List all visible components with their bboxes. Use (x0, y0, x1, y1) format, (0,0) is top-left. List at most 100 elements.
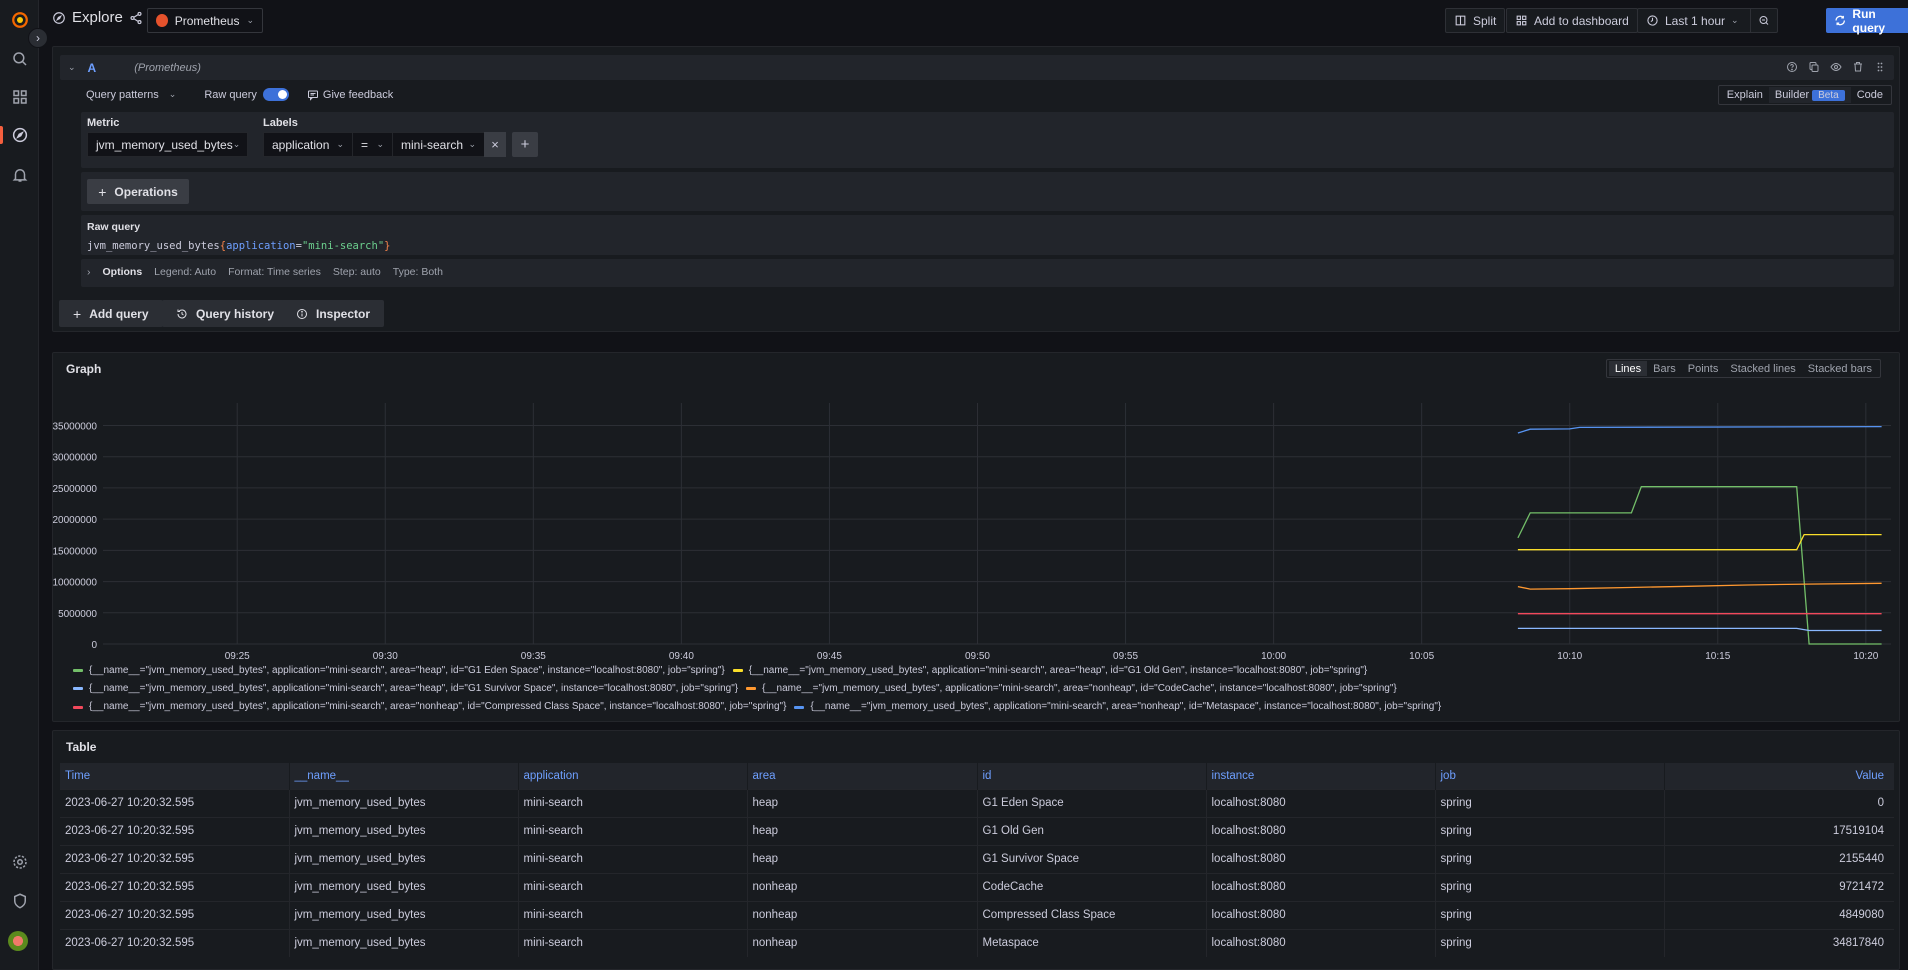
page-title-text: Explore (72, 9, 123, 26)
table-cell: mini-search (518, 816, 748, 845)
series-line (1517, 627, 1882, 632)
inspector-button[interactable]: Inspector (282, 300, 385, 327)
query-history-button[interactable]: Query history (162, 300, 289, 327)
options-format: Format: Time series (228, 266, 321, 278)
legend-item[interactable]: {__name__="jvm_memory_used_bytes", appli… (73, 698, 786, 716)
table-cell: nonheap (747, 872, 978, 901)
table-cell: 4849080 (1664, 900, 1894, 929)
legend-item[interactable]: {__name__="jvm_memory_used_bytes", appli… (794, 698, 1441, 716)
graph-panel: 0 5000000 10000000 15000000 20000000 25000000… (52, 352, 1900, 722)
table-cell: localhost:8080 (1206, 872, 1436, 901)
graph-type-points[interactable]: Points (1682, 361, 1725, 376)
mode-builder[interactable]: Builder Beta (1768, 87, 1851, 103)
split-button[interactable]: Split (1445, 8, 1506, 33)
column-header-value[interactable]: Value (1664, 763, 1894, 789)
shield-icon (13, 893, 26, 909)
mode-explain[interactable]: Explain (1721, 89, 1769, 101)
sidebar-item-configuration[interactable] (0, 847, 39, 877)
y-tick-label: 15000000 (53, 546, 97, 557)
raw-query-toggle-label: Raw query (204, 88, 257, 101)
legend-item[interactable]: {__name__="jvm_memory_used_bytes", appli… (746, 680, 1397, 698)
query-ref-id[interactable]: A (88, 61, 97, 75)
columns-icon (1455, 15, 1466, 26)
zoom-out-button[interactable] (1750, 8, 1778, 33)
share-icon[interactable] (129, 11, 143, 25)
table-cell: localhost:8080 (1206, 788, 1436, 817)
sync-icon (1835, 15, 1845, 26)
sidebar-item-dashboards[interactable] (0, 82, 39, 112)
graph-type-stacked-bars[interactable]: Stacked bars (1802, 361, 1878, 376)
sidebar-item-search[interactable] (0, 44, 39, 74)
table-cell: 2023-06-27 10:20:32.595 (60, 844, 290, 873)
copy-icon[interactable] (1808, 61, 1820, 73)
plus-icon: + (98, 183, 107, 200)
label-operator-select[interactable]: = ⌄ (352, 132, 393, 157)
mode-code[interactable]: Code (1851, 89, 1889, 101)
query-options-section[interactable]: › Options Legend: Auto Format: Time seri… (81, 259, 1894, 287)
remove-label-button[interactable]: × (484, 132, 506, 157)
sidebar-item-server-admin[interactable] (0, 886, 39, 916)
column-header-area[interactable]: area (747, 763, 978, 789)
column-header-time[interactable]: Time (60, 763, 290, 789)
datasource-name: Prometheus (174, 13, 240, 28)
drag-handle-icon[interactable] (1874, 61, 1886, 73)
column-header-name[interactable]: __name__ (289, 763, 519, 789)
options-type: Type: Both (392, 266, 443, 278)
table-cell: jvm_memory_used_bytes (289, 816, 519, 845)
legend-label: {__name__="jvm_memory_used_bytes", appli… (762, 683, 1397, 694)
raw-query-toggle[interactable] (262, 88, 289, 101)
metric-select[interactable]: jvm_memory_used_bytes ⌄ (87, 132, 248, 157)
add-query-button[interactable]: + Add query (59, 300, 163, 327)
table-cell: mini-search (518, 928, 748, 957)
table-cell: mini-search (518, 872, 748, 901)
graph-type-stacked-lines[interactable]: Stacked lines (1724, 361, 1801, 376)
legend-item[interactable]: {__name__="jvm_memory_used_bytes", appli… (73, 680, 738, 698)
query-patterns-dropdown[interactable]: Query patterns (86, 89, 159, 101)
eye-icon[interactable] (1830, 61, 1842, 73)
collapse-query-icon[interactable]: ⌄ (68, 62, 76, 73)
give-feedback-link[interactable]: Give feedback (323, 89, 393, 101)
chevron-down-icon: ⌄ (168, 89, 177, 99)
add-to-dashboard-button[interactable]: Add to dashboard (1506, 8, 1638, 33)
graph-legend: {__name__="jvm_memory_used_bytes", appli… (73, 661, 1873, 716)
graph-type-bars[interactable]: Bars (1647, 361, 1682, 376)
sidebar-item-alerting[interactable] (0, 160, 39, 190)
table-cell: jvm_memory_used_bytes (289, 900, 519, 929)
column-header-application[interactable]: application (518, 763, 748, 789)
avatar[interactable] (8, 931, 28, 951)
options-step: Step: auto (332, 266, 381, 278)
explore-toolbar: Explore Prometheus ⌄ Split Add to dashbo… (40, 0, 1908, 40)
legend-swatch (73, 669, 83, 672)
time-range-picker[interactable]: Last 1 hour ⌄ (1637, 8, 1751, 33)
datasource-picker[interactable]: Prometheus ⌄ (147, 8, 263, 33)
raw-query-label-value: "mini-search" (301, 240, 385, 252)
legend-item[interactable]: {__name__="jvm_memory_used_bytes", appli… (732, 662, 1367, 680)
table-cell: spring (1435, 788, 1665, 817)
series-line (1517, 533, 1882, 551)
column-header-job[interactable]: job (1435, 763, 1665, 789)
label-key-select[interactable]: application ⌄ (263, 132, 353, 157)
run-query-button[interactable]: Run query ⌄ (1826, 7, 1908, 35)
series-line (1517, 425, 1882, 434)
history-icon (177, 309, 187, 318)
legend-label: {__name__="jvm_memory_used_bytes", appli… (89, 664, 725, 676)
column-header-id[interactable]: id (977, 763, 1207, 789)
table-cell: 2023-06-27 10:20:32.595 (60, 816, 290, 845)
graph-title: Graph (66, 362, 102, 376)
help-icon[interactable] (1786, 61, 1798, 73)
sidebar-item-explore[interactable] (0, 120, 39, 150)
column-header-instance[interactable]: instance (1206, 763, 1436, 789)
table-header-row: Time __name__ application area id instan… (60, 763, 1894, 789)
inspector-label: Inspector (316, 306, 371, 321)
legend-item[interactable]: {__name__="jvm_memory_used_bytes", appli… (73, 662, 725, 680)
sidebar-expand-button[interactable]: › (28, 28, 48, 48)
graph-type-lines[interactable]: Lines (1608, 361, 1648, 376)
trash-icon[interactable] (1852, 61, 1864, 73)
table-cell: 2023-06-27 10:20:32.595 (60, 928, 290, 957)
label-value-select[interactable]: mini-search ⌄ (392, 132, 485, 157)
table-cell: 2023-06-27 10:20:32.595 (60, 788, 290, 817)
table-cell: 34817840 (1664, 928, 1894, 957)
operations-button[interactable]: + Operations (87, 179, 189, 204)
add-query-label: Add query (89, 306, 149, 321)
add-label-button[interactable]: + (512, 132, 538, 157)
